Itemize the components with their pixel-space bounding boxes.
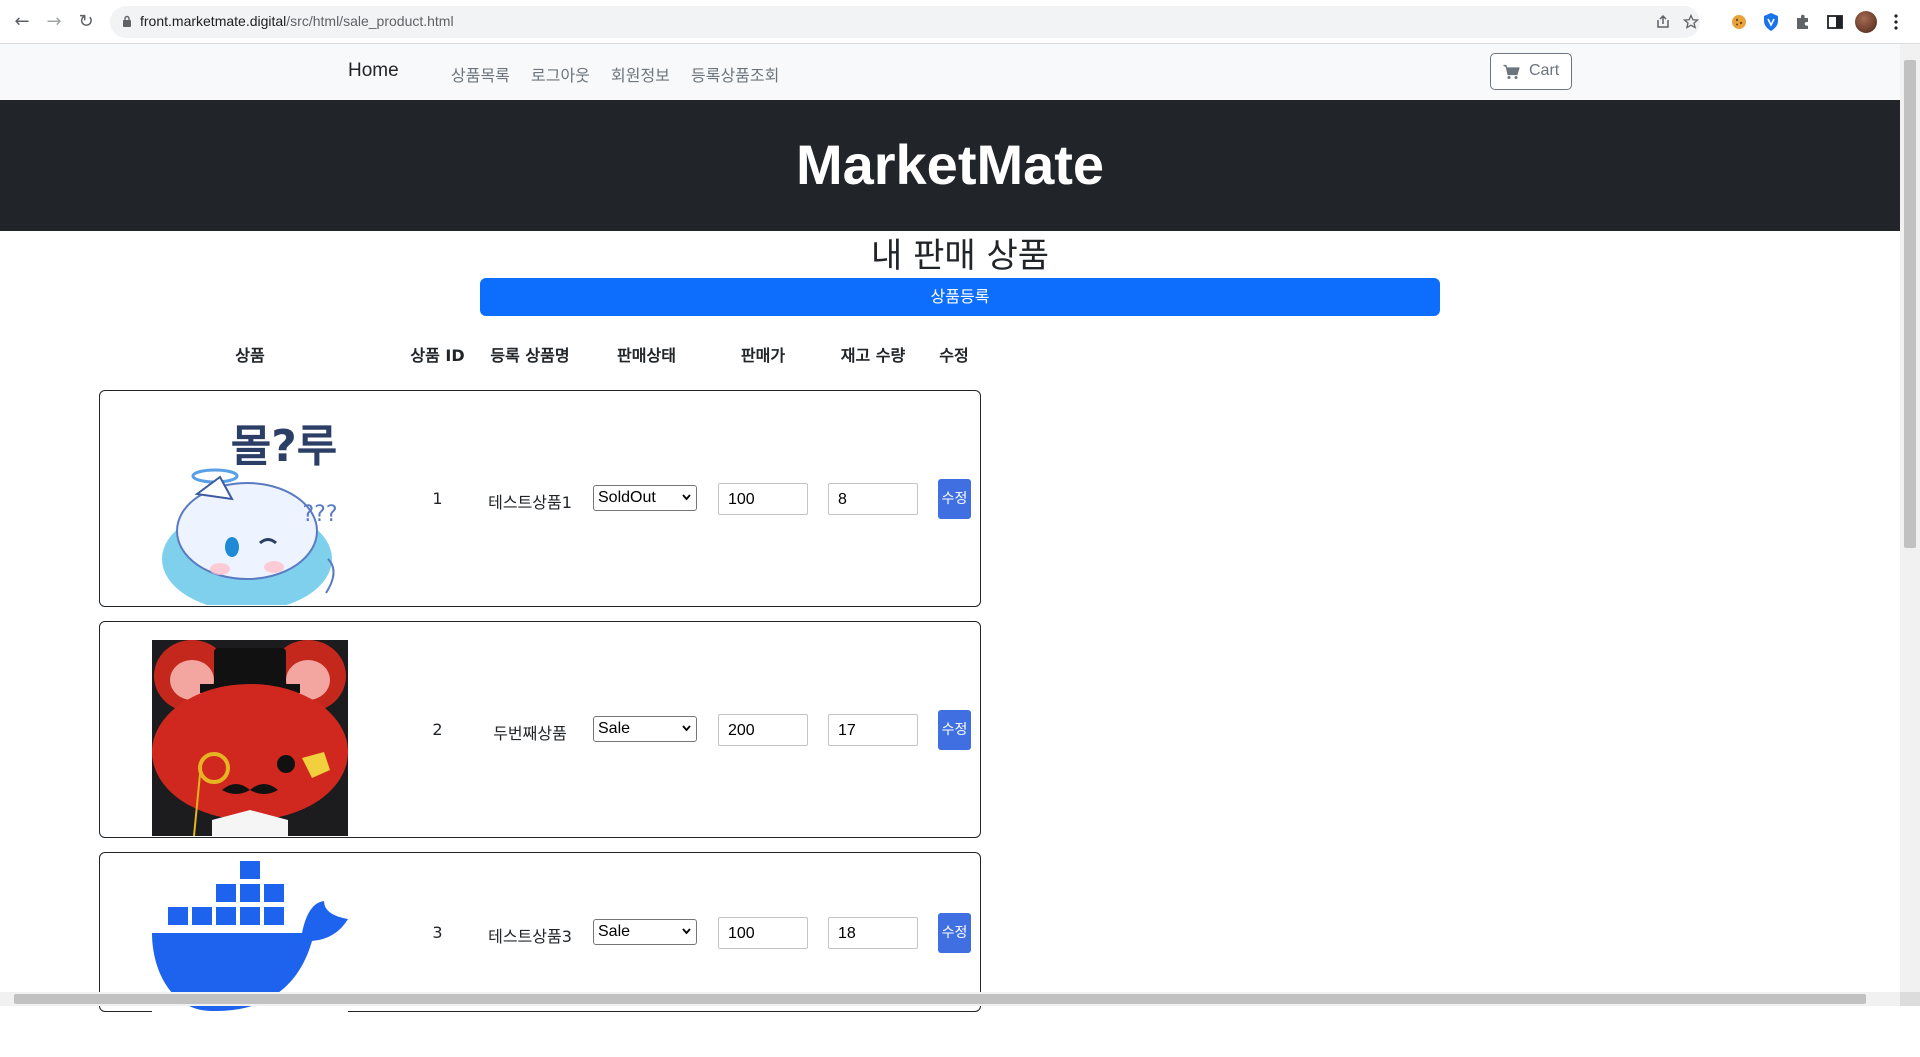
url-text: front.marketmate.digital/src/html/sale_p…: [140, 13, 454, 29]
kebab-menu-icon[interactable]: [1893, 13, 1899, 31]
cookie-extension-icon[interactable]: [1730, 13, 1748, 31]
vertical-scrollbar-thumb[interactable]: [1904, 60, 1916, 548]
price-input[interactable]: 100: [718, 917, 808, 949]
site-title: MarketMate: [795, 133, 1105, 196]
nav-link-member-info[interactable]: 회원정보: [611, 62, 670, 86]
stock-input[interactable]: 18: [828, 917, 918, 949]
horizontal-scrollbar[interactable]: [0, 992, 1900, 1006]
product-image-red-mascot: [152, 640, 348, 836]
profile-avatar[interactable]: [1855, 11, 1877, 33]
vertical-scrollbar[interactable]: [1900, 44, 1920, 992]
header-price: 판매가: [740, 346, 786, 365]
puzzle-extensions-icon[interactable]: [1794, 13, 1812, 31]
horizontal-scrollbar-thumb[interactable]: [14, 994, 1866, 1004]
sticker-question-marks: ???: [302, 502, 337, 527]
product-image-anime-character: 몰?루 ???: [152, 409, 348, 605]
header-edit: 수정: [939, 346, 969, 365]
price-input[interactable]: 100: [718, 483, 808, 515]
header-product: 상품: [235, 346, 265, 365]
product-id: 1: [432, 489, 443, 508]
status-select-value: Sale: [598, 720, 631, 737]
status-select[interactable]: Sale: [593, 716, 697, 742]
nav-link-logout[interactable]: 로그아웃: [531, 62, 590, 86]
product-name: 테스트상품3: [488, 927, 572, 946]
edit-button[interactable]: 수정: [938, 710, 971, 750]
edit-button[interactable]: 수정: [938, 913, 971, 953]
bookmark-star-icon[interactable]: [1683, 14, 1699, 30]
site-navbar: Home 상품목록 로그아웃 회원정보 등록상품조회 Cart: [0, 44, 1900, 100]
status-select[interactable]: SoldOut: [593, 485, 697, 511]
product-id: 2: [432, 720, 443, 739]
product-name: 테스트상품1: [488, 493, 572, 512]
cart-button[interactable]: Cart: [1490, 53, 1572, 90]
nav-link-product-list[interactable]: 상품목록: [451, 62, 510, 86]
stock-input[interactable]: 8: [828, 483, 918, 515]
header-status: 판매상태: [617, 346, 676, 365]
cart-icon: [1503, 64, 1520, 79]
price-input[interactable]: 200: [718, 714, 808, 746]
price-input-value: 100: [728, 491, 755, 508]
share-icon[interactable]: [1655, 14, 1671, 30]
price-input-value: 200: [728, 722, 755, 739]
edit-button[interactable]: 수정: [938, 479, 971, 519]
product-id: 3: [432, 923, 443, 942]
price-input-value: 100: [728, 925, 755, 942]
page-title: 내 판매 상품: [870, 236, 1049, 276]
hero-header: MarketMate: [0, 100, 1900, 231]
lock-icon: [123, 15, 131, 27]
chevron-down-icon: [682, 494, 691, 501]
stock-input-value: 17: [838, 722, 856, 739]
url-host: front.marketmate.digital: [140, 13, 287, 29]
header-product-name: 등록 상품명: [490, 346, 570, 365]
shield-extension-icon[interactable]: [1762, 12, 1780, 32]
cart-label: Cart: [1529, 62, 1560, 79]
side-panel-icon[interactable]: [1826, 13, 1844, 31]
product-row: 2 두번째상품 Sale 200 17 수정: [99, 621, 981, 838]
register-product-button[interactable]: 상품등록: [480, 278, 1440, 316]
product-row: 3 테스트상품3 Sale 100 18 수정: [99, 852, 981, 1057]
sticker-caption: 몰?루: [231, 421, 337, 472]
stock-input-value: 18: [838, 925, 856, 942]
forward-arrow-icon[interactable]: →: [42, 10, 66, 34]
chevron-down-icon: [682, 725, 691, 732]
status-select-value: Sale: [598, 923, 631, 940]
header-stock: 재고 수량: [840, 346, 906, 365]
header-product-id: 상품 ID: [410, 346, 465, 365]
nav-link-registered-products[interactable]: 등록상품조회: [691, 62, 779, 86]
status-select-value: SoldOut: [598, 489, 656, 506]
browser-toolbar: ← → ↻ front.marketmate.digital/src/html/…: [0, 0, 1920, 44]
scrollbar-corner: [1900, 992, 1920, 1006]
status-select[interactable]: Sale: [593, 919, 697, 945]
nav-home-link[interactable]: Home: [348, 60, 399, 82]
back-arrow-icon[interactable]: ←: [10, 10, 34, 34]
stock-input[interactable]: 17: [828, 714, 918, 746]
stock-input-value: 8: [838, 491, 847, 508]
url-path: /src/html/sale_product.html: [286, 13, 454, 29]
address-bar[interactable]: front.marketmate.digital/src/html/sale_p…: [110, 6, 1700, 38]
product-name: 두번째상품: [493, 724, 567, 743]
reload-icon[interactable]: ↻: [74, 10, 98, 34]
product-image-docker-whale: [152, 861, 348, 1057]
chevron-down-icon: [682, 928, 691, 935]
product-row: 몰?루 ??? 1 테스트상품1 SoldOut 100 8 수정: [99, 390, 981, 607]
